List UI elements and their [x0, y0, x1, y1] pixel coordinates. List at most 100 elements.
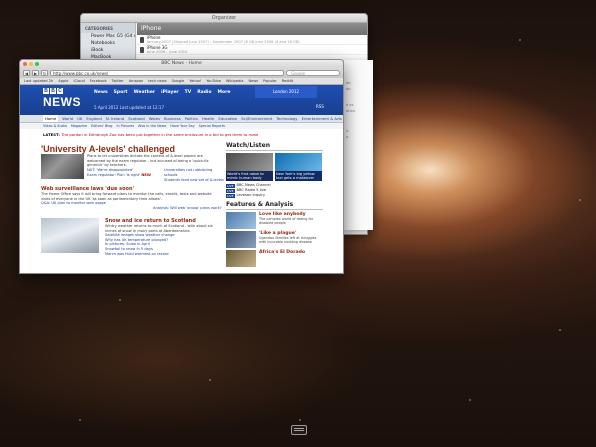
snow-image[interactable]	[41, 218, 99, 253]
bookmark-item[interactable]: Popular	[263, 78, 276, 84]
related-link[interactable]: Universities not rubbishing schools	[164, 168, 224, 178]
sub-tab[interactable]: Special Reports	[199, 123, 225, 129]
organizer-titlebar[interactable]: Organizer	[81, 14, 367, 23]
nav-item[interactable]: Weather	[134, 90, 156, 95]
section-tab[interactable]: Education	[218, 115, 237, 122]
related-link[interactable]: March was third warmest on record	[105, 252, 221, 257]
bookmark-item[interactable]: Apple	[58, 78, 68, 84]
feature-item[interactable]: Africa's El Dorado	[226, 250, 323, 267]
section-tab[interactable]: Wales	[149, 115, 160, 122]
new-badge: NEW	[141, 173, 151, 177]
video-thumbnail[interactable]: World's first robot to mimic human body	[226, 153, 273, 181]
section-tab[interactable]: World	[62, 115, 73, 122]
section-tab[interactable]: Technology	[276, 115, 297, 122]
story: Snow and ice return to Scotland Wintry w…	[105, 218, 221, 256]
section-tab[interactable]: Business	[164, 115, 181, 122]
search-input[interactable]: Google	[286, 70, 340, 76]
rss-link[interactable]: RSS	[316, 104, 324, 109]
video-thumbnail[interactable]: New York's big yellow taxi gets a makeov…	[275, 153, 322, 181]
sub-tab[interactable]: In Pictures	[116, 123, 134, 129]
bookmark-item[interactable]: Amazon	[129, 78, 144, 84]
iphone-icon	[140, 47, 144, 53]
mission-control-icon[interactable]	[291, 425, 307, 435]
bookmark-item[interactable]: Last updated 2h	[24, 78, 53, 84]
bbc-nav: News Sport Weather iPlayer TV Radio More	[94, 90, 230, 95]
close-button[interactable]	[23, 62, 27, 66]
sidebar-item[interactable]: iBook	[81, 47, 135, 54]
bookmark-item[interactable]: Reddit	[282, 78, 294, 84]
url-field[interactable]: http://www.bbc.co.uk/news/	[50, 70, 284, 76]
page-content: 'University A-levels' challenged Plans t…	[41, 142, 323, 273]
bbc-header: B B C NEWS News Sport Weather iPlayer TV…	[20, 85, 343, 115]
list-item[interactable]: iPhone January 2007 (Shipped June 2007) …	[137, 35, 367, 45]
related-link[interactable]: Students lead new set of A-levels	[164, 178, 224, 183]
window-controls	[23, 62, 39, 66]
feature-item[interactable]: 'Like a plague' Ugandan families left at…	[226, 231, 323, 248]
section-tabs: Home World UK England N. Ireland Scotlan…	[20, 115, 343, 123]
section-tab[interactable]: Scotland	[128, 115, 145, 122]
sub-tab[interactable]: Video & Audio	[43, 123, 67, 129]
news-brand[interactable]: NEWS	[43, 95, 81, 109]
feature-item[interactable]: Love like anybody The complex world of d…	[226, 212, 323, 229]
bookmark-item[interactable]: tech news	[148, 78, 166, 84]
browser-toolbar: ◀ ▶ ↻ http://www.bbc.co.uk/news/ Google	[20, 68, 343, 78]
features-title: Features & Analysis	[226, 201, 323, 210]
breaking-ticker[interactable]: LATEST: The pardon in Edinburgh Zoo has …	[43, 131, 343, 139]
bookmark-item[interactable]: Wikipedia	[226, 78, 244, 84]
bookmark-item[interactable]: News	[248, 78, 258, 84]
nav-item[interactable]: Radio	[197, 90, 211, 95]
window-title: BBC News - Home	[161, 61, 202, 66]
reload-button[interactable]: ↻	[41, 70, 48, 76]
nav-item[interactable]: News	[94, 90, 108, 95]
bbc-logo[interactable]: B B C	[43, 88, 63, 94]
watch-title: Watch/Listen	[226, 142, 323, 151]
bookmark-item[interactable]: Twitter	[112, 78, 124, 84]
forward-button[interactable]: ▶	[32, 70, 39, 76]
section-tab[interactable]: Sci/Environment	[241, 115, 272, 122]
sidebar-item[interactable]: Notebooks	[81, 40, 135, 47]
section-tab[interactable]: England	[86, 115, 101, 122]
nav-item[interactable]: More	[218, 90, 231, 95]
section-tab[interactable]: UK	[77, 115, 82, 122]
bbc-logo-block: B	[50, 88, 56, 94]
live-item[interactable]: LIVE Leveson Inquiry	[226, 193, 323, 198]
ticker-text: The pardon in Edinburgh Zoo has been put…	[61, 132, 259, 137]
section-tab[interactable]: Entertainment & Arts	[302, 115, 342, 122]
sub-tab[interactable]: Magazine	[71, 123, 87, 129]
related-link[interactable]: Analysis: Will web 'snoop' plans work?	[153, 206, 222, 210]
headline-image[interactable]	[41, 154, 84, 179]
peek-text: do.	[346, 87, 352, 91]
nav-item[interactable]: Sport	[114, 90, 128, 95]
tab-home[interactable]: Home	[43, 115, 59, 122]
list-item-desc: January 2007 (Shipped June 2007) – Septe…	[147, 40, 300, 44]
story-summary: The Home Office says it will bring forwa…	[41, 192, 212, 201]
background-window[interactable]: do. do. d es ation. o. o.	[343, 60, 373, 230]
nav-item[interactable]: iPlayer	[161, 90, 179, 95]
list-item[interactable]: iPhone 3G June 2008 – June 2010	[137, 45, 367, 55]
minimize-button[interactable]	[29, 62, 33, 66]
back-button[interactable]: ◀	[23, 70, 30, 76]
section-tab[interactable]: N. Ireland	[106, 115, 124, 122]
bookmark-item[interactable]: Yahoo!	[189, 78, 201, 84]
bookmark-item[interactable]: YouTube	[206, 78, 221, 84]
bookmark-item[interactable]: Facebook	[90, 78, 107, 84]
olympics-banner[interactable]: London 2012	[255, 86, 317, 98]
iphone-icon	[140, 37, 144, 43]
zoom-button[interactable]	[35, 62, 39, 66]
sidebar-item[interactable]: Power Mac G5 (G4 AV)	[81, 33, 135, 40]
live-badge: LIVE	[226, 183, 235, 188]
bbc-logo-block: B	[43, 88, 49, 94]
bookmark-item[interactable]: Google	[172, 78, 185, 84]
section-tab[interactable]: Politics	[185, 115, 198, 122]
peek-text: o.	[346, 135, 350, 139]
browser-window[interactable]: BBC News - Home ◀ ▶ ↻ http://www.bbc.co.…	[19, 59, 344, 274]
live-badge: LIVE	[226, 193, 235, 198]
section-tab[interactable]: Health	[202, 115, 214, 122]
nav-item[interactable]: TV	[185, 90, 192, 95]
bookmark-item[interactable]: iCloud	[74, 78, 85, 84]
bbc-logo-block: C	[57, 88, 63, 94]
browser-titlebar[interactable]: BBC News - Home	[20, 60, 343, 68]
sub-tab[interactable]: Also in the News	[138, 123, 166, 129]
sub-tab[interactable]: Editors' Blog	[91, 123, 112, 129]
sub-tab[interactable]: Have Your Say	[170, 123, 194, 129]
